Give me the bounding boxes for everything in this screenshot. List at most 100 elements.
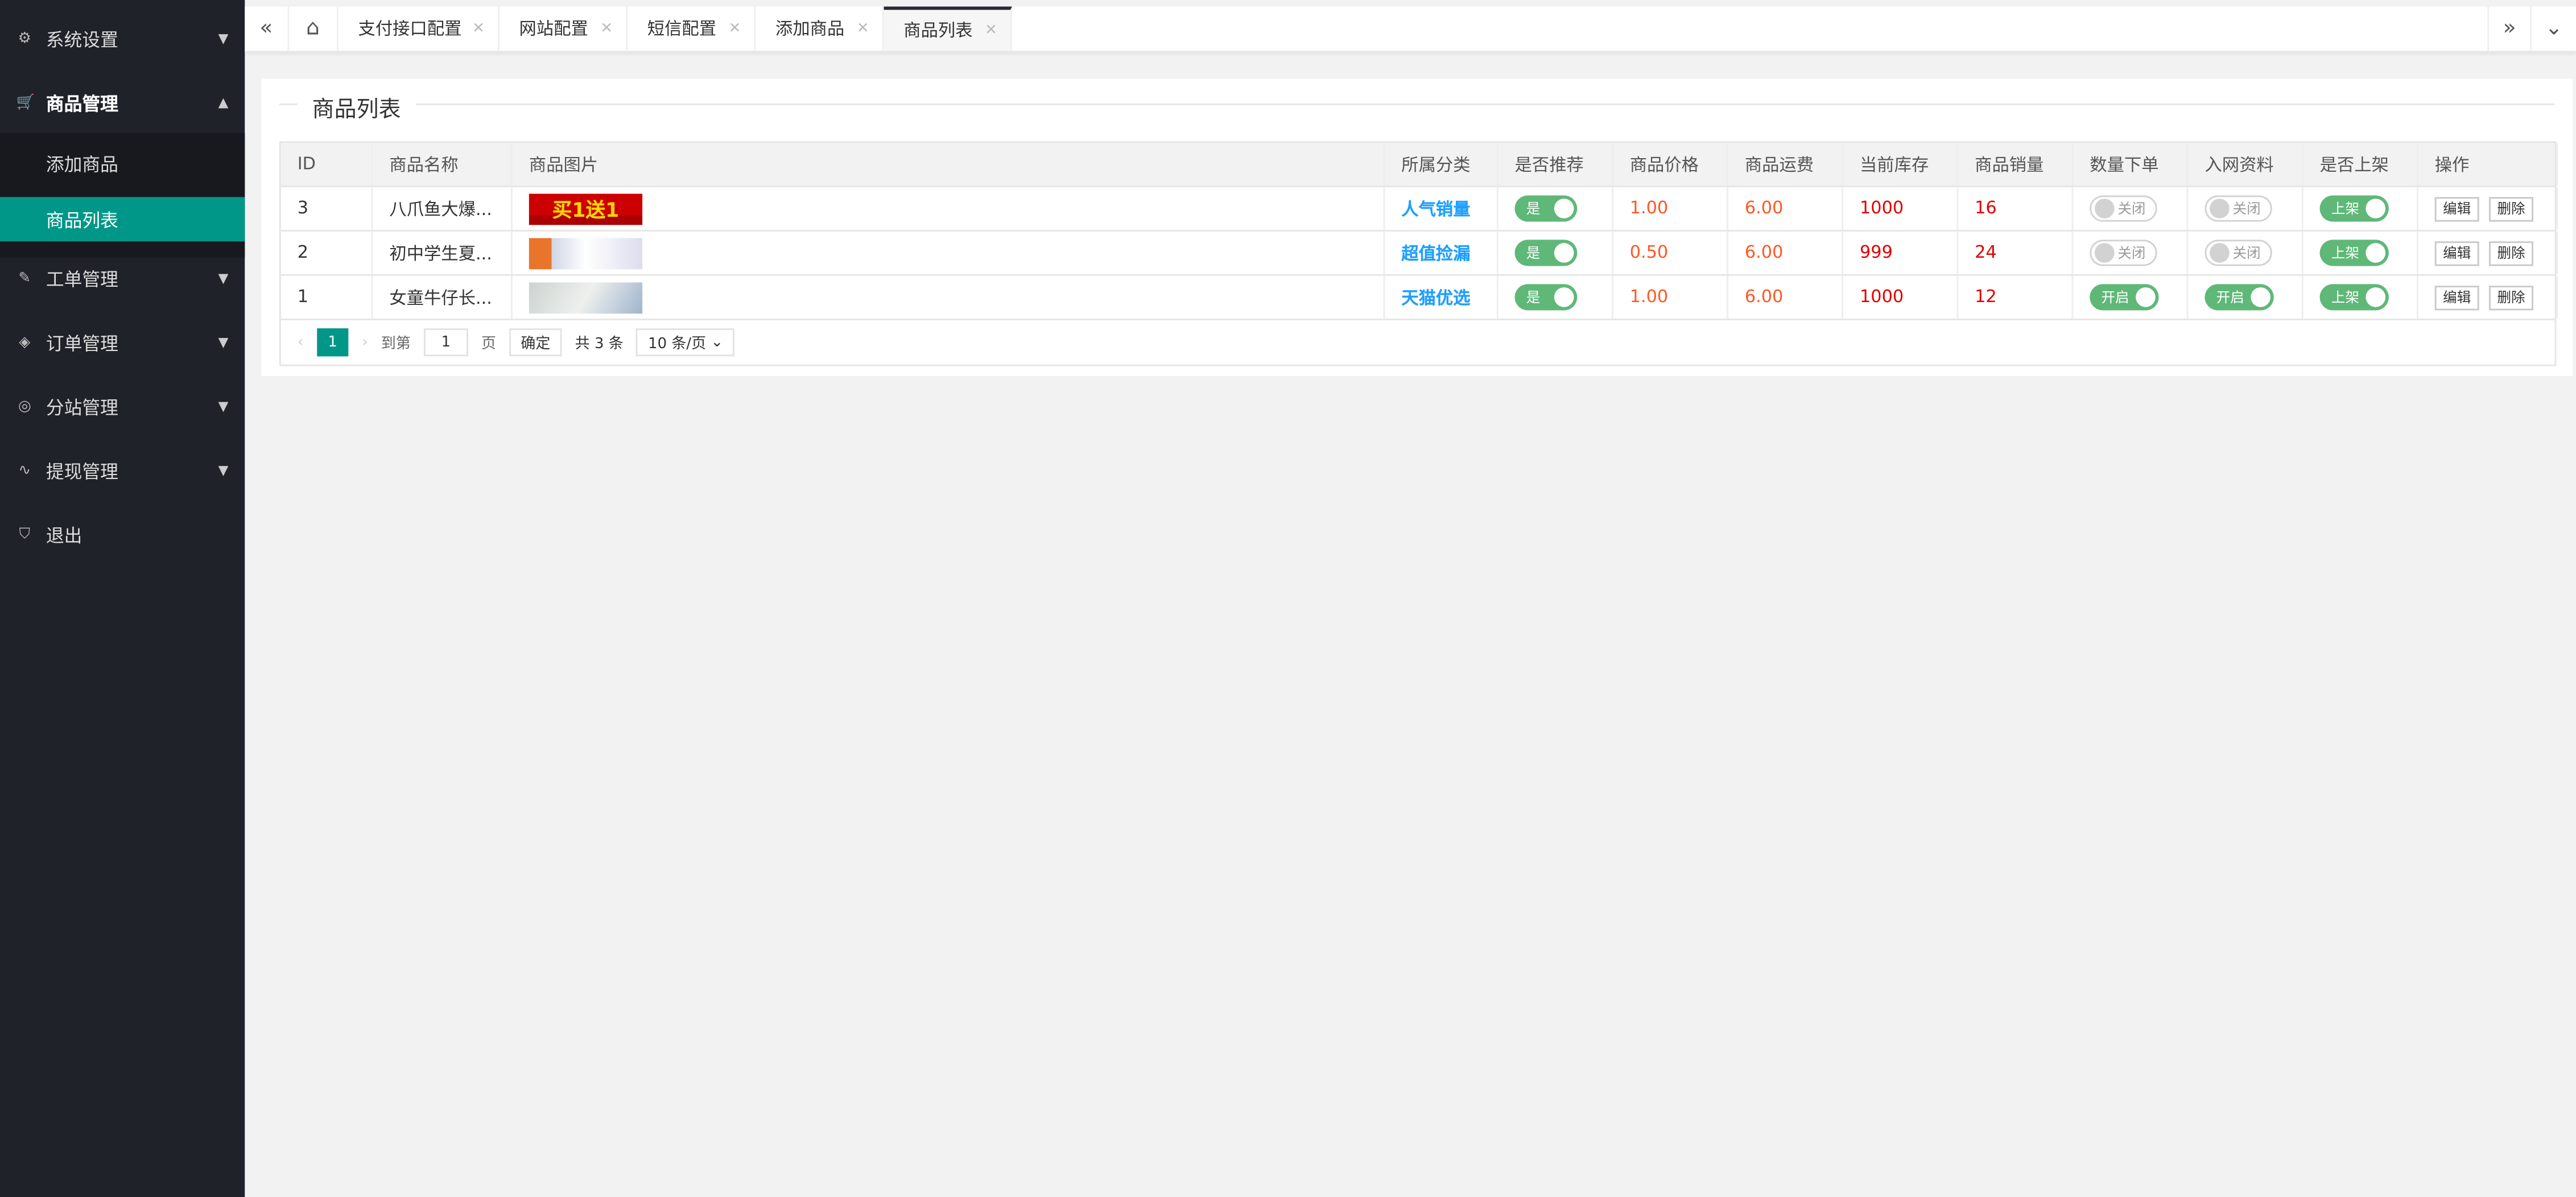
tab-label: 支付接口配置 [358,19,462,40]
table-cell: 1000 [1843,187,1959,230]
edit-button[interactable]: 编辑 [2434,284,2479,310]
sidebar-item-0[interactable]: ⚙ 系统设置 ▼ [0,7,245,71]
edit-button[interactable]: 编辑 [2434,196,2479,221]
delete-button[interactable]: 删除 [2489,240,2534,266]
delete-button[interactable]: 删除 [2489,196,2534,221]
goto-label: 到第 [381,336,411,353]
shelf-switch[interactable]: 上架 [2319,284,2389,311]
sidebar-item-4[interactable]: ◎ 分站管理 ▼ [0,374,245,439]
table-header: ID 商品名称 商品图片 所属分类 是否推荐 商品价格 商品运费 当前库存 商品销量 数量下单 入网… [280,143,2558,188]
table-cell: 999 [1843,231,1959,274]
tab-label: 添加商品 [775,19,845,40]
table-cell: 24 [1958,231,2074,274]
caret-down-icon: ▼ [218,335,229,350]
table-cell: 1000 [1843,275,1959,319]
card-title: 商品列表 [297,90,416,123]
category-link[interactable]: 人气销量 [1401,196,1470,221]
prev-page-icon[interactable]: ‹ [298,334,303,350]
submenu-item-1[interactable]: 商品列表 [0,197,245,242]
table-cell: 超值捡漏 [1385,231,1498,274]
id: 3 [297,199,309,218]
goods-name: 八爪鱼大爆... [389,199,492,220]
table-cell: 关闭 [2189,231,2303,274]
shelf-switch[interactable]: 上架 [2319,240,2389,266]
shield-icon: ⛉ [19,526,31,543]
recommend-switch[interactable]: 是 [1514,240,1578,266]
caret-down-icon: ▼ [218,271,229,286]
page-input[interactable]: 1 [423,328,468,357]
table-cell: 6.00 [1728,231,1844,274]
qty-order-switch[interactable]: 关闭 [2090,195,2157,222]
qty-order-switch[interactable]: 关闭 [2090,240,2157,266]
next-page-icon[interactable]: › [362,334,368,350]
globe-icon: ◎ [18,398,31,415]
column-header: 是否推荐 [1498,143,1613,186]
gear-icon: ⚙ [18,30,31,47]
scroll-left-icon[interactable]: « [245,6,290,51]
sidebar-item-6[interactable]: ⛉ 退出 [0,502,245,567]
confirm-button[interactable]: 确定 [509,328,562,357]
tab-3[interactable]: 添加商品 ✕ [756,6,884,51]
tab-0[interactable]: 支付接口配置 ✕ [338,6,499,51]
page-unit-label: 页 [481,336,497,353]
goods-table: ID 商品名称 商品图片 所属分类 是否推荐 商品价格 商品运费 当前库存 商品销量 数量下单 入网… [279,141,2558,366]
goods-image[interactable] [529,281,643,313]
page-1-button[interactable]: 1 [316,328,349,357]
table-cell: 3 [281,187,373,230]
sales: 12 [1975,287,1997,307]
page-size-select[interactable]: 10 条/页 ⌄ [636,328,735,357]
close-icon[interactable]: ✕ [600,20,613,37]
sidebar-item-5[interactable]: ∿ 提现管理 ▼ [0,439,245,503]
table-cell: 编辑 删除 [2418,187,2558,230]
close-icon[interactable]: ✕ [985,22,997,39]
net-info-switch[interactable]: 关闭 [2205,195,2272,222]
goods-image[interactable]: 买1送1 [529,193,643,224]
sidebar-item-label: 工单管理 [46,268,118,290]
tab-menu-chevron-down-icon[interactable]: ⌄ [2532,7,2576,51]
table-cell: 0.50 [1613,231,1728,274]
sidebar-item-1[interactable]: 🛒 商品管理 ▲ [0,71,245,135]
pagination: ‹ 1 › 到第 1 页 确定 共 3 条 10 条/页 ⌄ [281,320,2555,365]
table-cell: 初中学生夏... [373,231,513,274]
home-icon[interactable]: ⌂ [289,6,338,51]
net-info-switch[interactable]: 开启 [2205,284,2274,311]
id: 2 [297,243,309,263]
column-header: 商品运费 [1728,143,1844,186]
delete-button[interactable]: 删除 [2489,284,2534,310]
recommend-switch[interactable]: 是 [1514,195,1578,222]
table-cell: 上架 [2303,231,2418,274]
table-cell: 编辑 删除 [2418,231,2558,274]
table-cell: 1.00 [1613,187,1728,230]
column-header: ID [281,143,373,186]
close-icon[interactable]: ✕ [857,20,869,37]
category-link[interactable]: 超值捡漏 [1401,241,1470,265]
edit-button[interactable]: 编辑 [2434,240,2479,266]
close-icon[interactable]: ✕ [729,20,741,37]
shipping: 6.00 [1744,199,1784,218]
close-icon[interactable]: ✕ [472,20,485,37]
shelf-switch[interactable]: 上架 [2319,195,2389,222]
category-link[interactable]: 天猫优选 [1401,285,1470,309]
price: 0.50 [1629,243,1669,263]
table-cell: 2 [281,231,373,274]
sidebar-item-3[interactable]: ◈ 订单管理 ▼ [0,310,245,374]
ticket-icon: ✎ [18,270,31,287]
table-cell: 6.00 [1728,275,1844,319]
qty-order-switch[interactable]: 开启 [2090,284,2159,311]
sidebar: ⚙ 系统设置 ▼ 🛒 商品管理 ▲ ✎ 工单管理 ▼ ◈ 订单管理 ▼ ◎ 分站… [0,0,245,1197]
cart-icon: 🛒 [16,94,35,111]
tab-1[interactable]: 网站配置 ✕ [499,6,628,51]
recommend-switch[interactable]: 是 [1514,284,1578,311]
table-cell: 16 [1958,187,2074,230]
table-cell: 上架 [2303,187,2418,230]
card-title-line: 商品列表 [279,90,2555,123]
tab-2[interactable]: 短信配置 ✕ [628,6,756,51]
stock: 999 [1859,243,1893,263]
tab-4[interactable]: 商品列表 ✕ [884,6,1012,51]
column-header: 所属分类 [1385,143,1498,186]
goods-image[interactable] [529,237,643,269]
net-info-switch[interactable]: 关闭 [2205,240,2272,266]
scroll-right-icon[interactable]: » [2487,6,2532,51]
table-cell: 八爪鱼大爆... [373,187,513,230]
submenu-item-0[interactable]: 添加商品 [0,141,245,185]
